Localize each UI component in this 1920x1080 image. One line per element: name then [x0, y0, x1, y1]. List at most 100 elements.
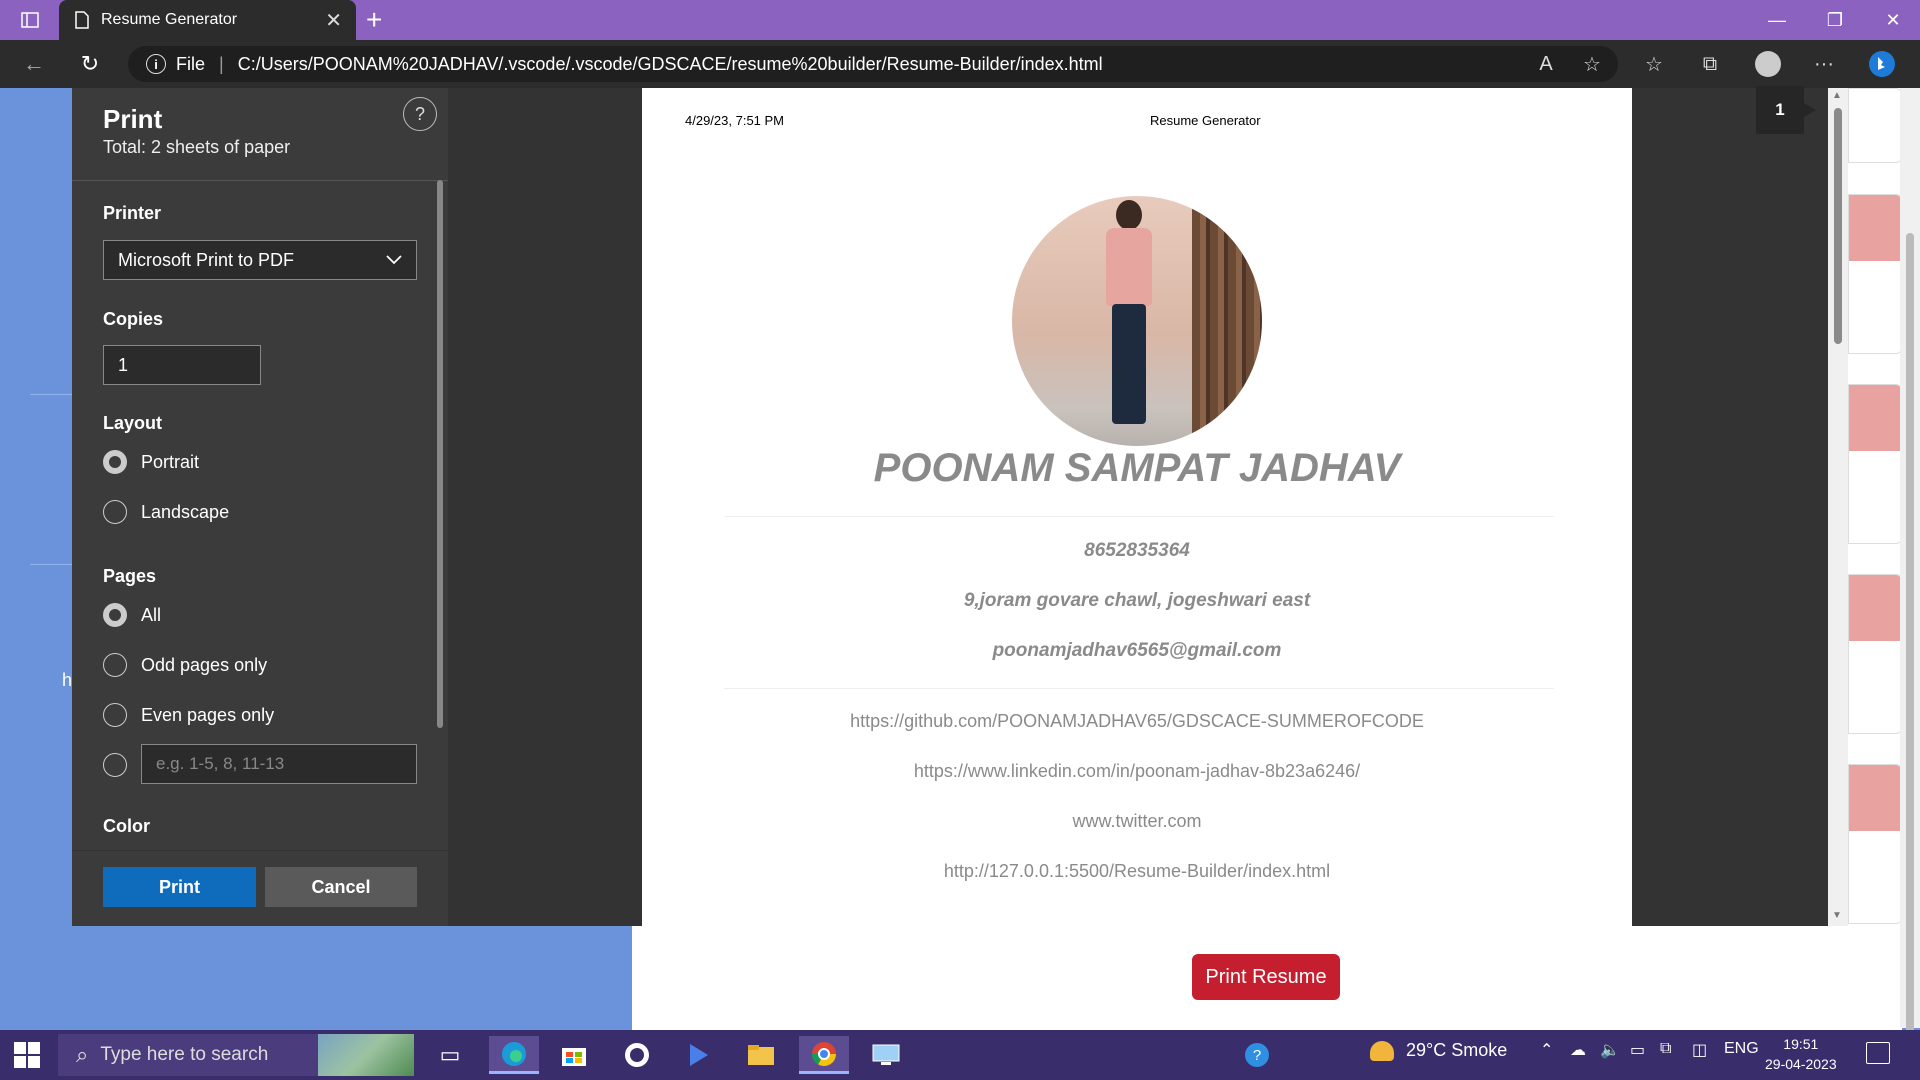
search-highlight-image [318, 1034, 414, 1076]
meet-icon[interactable]: ◫ [1692, 1040, 1707, 1060]
radio-label: Odd pages only [141, 654, 268, 675]
search-icon: ⌕ [76, 1042, 89, 1067]
page-scrollbar[interactable] [1900, 88, 1920, 1080]
read-aloud-icon[interactable]: A [1530, 50, 1562, 78]
pages-odd-radio[interactable]: Odd pages only [103, 653, 267, 677]
print-button[interactable]: Print [103, 867, 256, 907]
more-menu-icon[interactable]: ··· [1808, 50, 1840, 78]
battery-icon[interactable]: ▭ [1630, 1040, 1645, 1060]
page-number-badge: 1 [1756, 86, 1816, 134]
pages-custom-radio[interactable] [103, 753, 141, 777]
weather-icon [1370, 1040, 1394, 1061]
radio-unselected [103, 753, 127, 777]
dialog-scrollbar[interactable] [437, 180, 443, 728]
layout-label: Layout [103, 413, 163, 433]
scroll-up-icon[interactable]: ▲ [1832, 90, 1842, 101]
network-icon[interactable]: ⧉ [1660, 1040, 1671, 1058]
new-tab-button[interactable]: + [366, 4, 382, 36]
color-label: Color [103, 816, 150, 836]
printer-value: Microsoft Print to PDF [118, 249, 295, 270]
resume-link-linkedin: https://www.linkedin.com/in/poonam-jadha… [913, 761, 1361, 781]
taskbar-search[interactable]: ⌕ Type here to search [58, 1034, 414, 1076]
pages-even-radio[interactable]: Even pages only [103, 703, 274, 727]
print-resume-button[interactable]: Print Resume [1192, 954, 1340, 1000]
notifications-icon[interactable] [1866, 1042, 1890, 1064]
printer-select[interactable]: Microsoft Print to PDF [103, 240, 417, 280]
bing-chat-icon[interactable] [1866, 50, 1898, 78]
help-tips-icon[interactable]: ? [1232, 1036, 1282, 1074]
edge-icon[interactable] [489, 1036, 539, 1074]
profile-button[interactable] [1752, 50, 1784, 78]
preview-scrollbar-thumb[interactable] [1834, 108, 1842, 344]
start-button[interactable] [14, 1042, 40, 1068]
volume-icon[interactable]: 🔈 [1600, 1040, 1620, 1060]
form-card [1848, 384, 1902, 544]
print-dialog: Print Total: 2 sheets of paper ? Printer… [72, 88, 448, 926]
clock-date: 29-04-2023 [1765, 1056, 1837, 1072]
page-scrollbar-thumb[interactable] [1906, 233, 1914, 1080]
github-icon[interactable] [612, 1036, 662, 1074]
clock-time: 19:51 [1783, 1036, 1819, 1052]
chrome-icon[interactable] [799, 1036, 849, 1074]
pages-range-input[interactable]: e.g. 1-5, 8, 11-13 [141, 744, 417, 784]
clock[interactable]: 19:51 29-04-2023 [1765, 1034, 1837, 1074]
printer-label: Printer [103, 203, 162, 223]
radio-unselected [103, 500, 127, 524]
refresh-button[interactable]: ↻ [72, 48, 108, 80]
task-view-icon[interactable]: ▭ [425, 1036, 475, 1074]
window-close-button[interactable]: ✕ [1864, 0, 1920, 40]
cancel-button[interactable]: Cancel [265, 867, 417, 907]
bg-text: h [62, 670, 73, 690]
resume-link-website: http://127.0.0.1:5500/Resume-Builder/ind… [943, 861, 1331, 881]
pages-label: Pages [103, 566, 157, 586]
info-icon[interactable]: i [146, 54, 166, 74]
file-explorer-icon[interactable] [736, 1036, 786, 1074]
tab-title: Resume Generator [101, 11, 238, 28]
close-tab-icon[interactable]: ✕ [325, 8, 342, 33]
onedrive-icon[interactable]: ☁ [1570, 1040, 1586, 1060]
profile-photo [1012, 196, 1262, 446]
restore-button[interactable]: ❐ [1806, 0, 1864, 40]
taskbar: ⌕ Type here to search ▭ ? 29°C Smoke ⌃ ☁… [0, 1030, 1920, 1080]
layout-landscape-radio[interactable]: Landscape [103, 500, 229, 524]
scroll-down-icon[interactable]: ▼ [1832, 910, 1842, 921]
preview-scrollbar[interactable]: ▲ ▼ [1828, 88, 1848, 926]
back-arrow-icon: ← [23, 51, 45, 76]
resume-link-twitter: www.twitter.com [1072, 811, 1202, 831]
layout-portrait-radio[interactable]: Portrait [103, 450, 199, 474]
back-button[interactable]: ← [16, 48, 52, 80]
refresh-icon: ↻ [80, 51, 100, 76]
browser-tab[interactable]: Resume Generator ✕ [59, 0, 356, 40]
help-button[interactable]: ? [403, 97, 437, 131]
tab-actions-button[interactable] [12, 6, 48, 34]
divider [72, 180, 448, 181]
remote-desktop-icon[interactable] [861, 1036, 911, 1074]
copies-label: Copies [103, 309, 164, 329]
radio-label: All [141, 604, 162, 625]
pages-all-radio[interactable]: All [103, 603, 161, 627]
language-indicator[interactable]: ENG [1724, 1040, 1759, 1058]
show-hidden-icons[interactable]: ⌃ [1540, 1040, 1553, 1060]
url-text[interactable]: C:/Users/POONAM%20JADHAV/.vscode/.vscode… [238, 54, 1103, 75]
resume-address: 9,joram govare chawl, jogeshwari east [963, 590, 1311, 611]
add-favorite-icon[interactable]: ☆ [1576, 50, 1608, 78]
page-header-title: Resume Generator [1150, 113, 1261, 128]
print-dialog-title: Print [103, 104, 163, 134]
address-bar[interactable]: i File | C:/Users/POONAM%20JADHAV/.vscod… [128, 46, 1618, 82]
store-icon[interactable] [549, 1036, 599, 1074]
resume-phone: 8652835364 [1084, 540, 1190, 561]
tab-actions-icon [21, 12, 39, 28]
resume-name: POONAM SAMPAT JADHAV [873, 446, 1401, 490]
weather-widget[interactable]: 29°C Smoke [1370, 1040, 1507, 1061]
resume-email: poonamjadhav6565@gmail.com [992, 640, 1282, 661]
tab-bar: Resume Generator ✕ + — ❐ ✕ [0, 0, 1920, 40]
print-preview: 4/29/23, 7:51 PM Resume Generator POONAM… [448, 88, 1848, 926]
favorites-icon[interactable]: ☆ [1638, 50, 1670, 78]
copies-input[interactable]: 1 [103, 345, 261, 385]
address-toolbar: ← ↻ i File | C:/Users/POONAM%20JADHAV/.v… [0, 40, 1920, 88]
collections-icon[interactable]: ⧉ [1694, 50, 1726, 78]
minimize-button[interactable]: — [1748, 0, 1806, 40]
radio-label: Even pages only [141, 704, 275, 725]
app-icon[interactable] [674, 1036, 724, 1074]
divider [724, 516, 1554, 517]
